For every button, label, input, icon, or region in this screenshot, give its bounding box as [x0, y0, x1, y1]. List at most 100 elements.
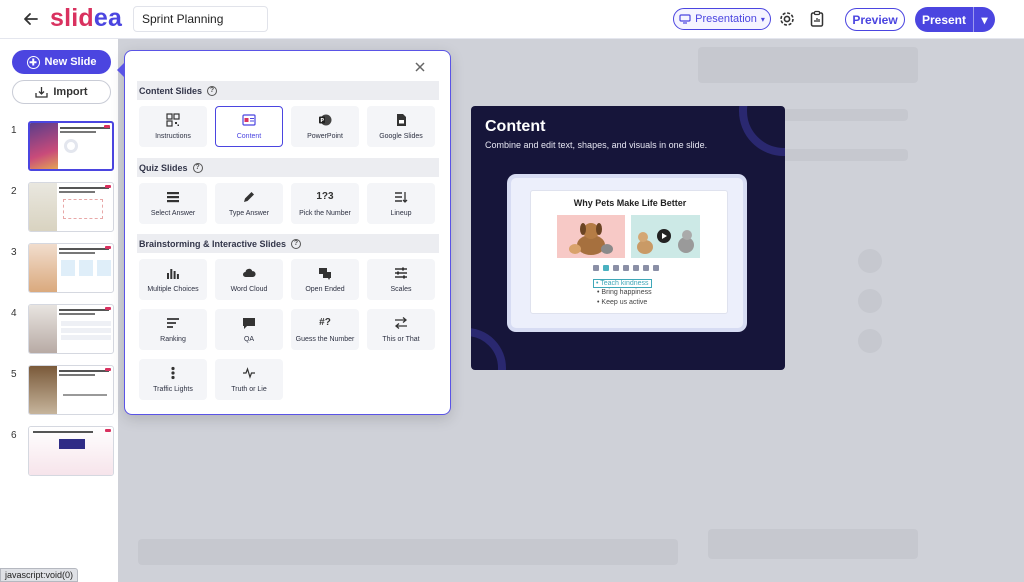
tile-ranking[interactable]: Ranking — [139, 309, 207, 350]
tile-truth-or-lie[interactable]: Truth or Lie — [215, 359, 283, 400]
traffic-light-icon — [171, 366, 175, 380]
plus-circle-icon — [26, 55, 40, 69]
help-icon[interactable]: ? — [192, 162, 203, 173]
mock-bullet-selected: • Teach kindness — [593, 279, 652, 288]
tile-label: Ranking — [160, 336, 186, 343]
tile-pick-the-number[interactable]: 1?3 Pick the Number — [291, 183, 359, 224]
new-slide-button[interactable]: New Slide — [12, 50, 111, 74]
tile-qa[interactable]: QA — [215, 309, 283, 350]
slidea-logo[interactable]: slidea — [50, 4, 122, 33]
tile-label: Lineup — [390, 210, 412, 217]
mock-bullet: • Bring happiness — [597, 289, 652, 296]
content-slide-icon — [242, 114, 256, 126]
pencil-icon — [244, 192, 254, 202]
hash-question-icon: #? — [319, 317, 331, 328]
logo-text-2: ea — [93, 4, 123, 32]
tile-label: QA — [243, 336, 255, 343]
decorative-ring — [471, 328, 506, 370]
tile-select-answer[interactable]: Select Answer — [139, 183, 207, 224]
import-label: Import — [53, 86, 88, 98]
tile-open-ended[interactable]: Open Ended — [291, 259, 359, 300]
slide-thumbnail-5[interactable] — [28, 365, 114, 415]
google-slides-icon — [397, 114, 406, 126]
sliders-icon — [395, 267, 407, 279]
pets-image — [557, 215, 625, 258]
section-header-brainstorming: Brainstorming & Interactive Slides ? — [137, 234, 439, 253]
cloud-icon — [243, 268, 256, 277]
tile-content[interactable]: Content — [215, 106, 283, 147]
tile-label: Google Slides — [379, 133, 423, 140]
tile-label: Type Answer — [228, 210, 270, 217]
slide-number: 5 — [11, 369, 17, 380]
gear-icon[interactable] — [778, 10, 796, 28]
help-icon[interactable]: ? — [207, 85, 218, 96]
play-icon — [657, 229, 671, 243]
slide-number: 3 — [11, 247, 17, 258]
slide-thumbnail-4[interactable] — [28, 304, 114, 354]
chat-bubbles-icon — [319, 268, 331, 280]
tile-label: Pick the Number — [299, 210, 351, 217]
section-title: Brainstorming & Interactive Slides — [139, 238, 287, 249]
tile-type-answer[interactable]: Type Answer — [215, 183, 283, 224]
tile-traffic-lights[interactable]: Traffic Lights — [139, 359, 207, 400]
new-slide-label: New Slide — [44, 56, 97, 68]
present-label: Present — [921, 12, 967, 27]
qr-code-icon — [166, 113, 180, 127]
slide-thumbnail-2[interactable] — [28, 182, 114, 232]
present-button[interactable]: Present ▾ — [915, 7, 995, 32]
tile-label: Select Answer — [150, 210, 196, 217]
swap-arrows-icon — [394, 317, 408, 329]
powerpoint-icon: P — [319, 114, 332, 126]
slide-number: 6 — [11, 430, 17, 441]
lineup-icon — [395, 192, 408, 203]
slide-thumbnail-1[interactable] — [28, 121, 114, 171]
slide-thumbnail-6[interactable] — [28, 426, 114, 476]
add-slide-picker: Content Slides ? Instructions Content P … — [117, 50, 451, 415]
mock-bullet: • Keep us active — [597, 299, 648, 306]
tile-guess-the-number[interactable]: #? Guess the Number — [291, 309, 359, 350]
tile-label: Word Cloud — [230, 286, 268, 293]
tile-scales[interactable]: Scales — [367, 259, 435, 300]
help-icon[interactable]: ? — [291, 238, 302, 249]
tile-multiple-choices[interactable]: Multiple Choices — [139, 259, 207, 300]
svg-text:P: P — [320, 118, 324, 124]
tile-google-slides[interactable]: Google Slides — [367, 106, 435, 147]
slides-sidebar: New Slide Import 1 2 3 4 5 6 — [0, 39, 118, 582]
slide-thumbnail-3[interactable] — [28, 243, 114, 293]
preview-title: Content — [485, 118, 546, 135]
tile-label: Open Ended — [305, 286, 345, 293]
logo-text-1: slid — [50, 4, 94, 32]
chevron-down-icon: ▾ — [760, 14, 765, 24]
slide-number: 2 — [11, 186, 17, 197]
pets-video-thumbnail — [631, 215, 700, 258]
tile-label: Traffic Lights — [153, 386, 193, 393]
mode-dropdown[interactable]: Presentation ▾ — [673, 8, 771, 30]
back-arrow-icon[interactable] — [22, 10, 40, 28]
present-options-chevron-icon[interactable]: ▾ — [974, 13, 995, 27]
slide-number: 4 — [11, 308, 17, 319]
tile-this-or-that[interactable]: This or That — [367, 309, 435, 350]
tile-label: Multiple Choices — [147, 286, 199, 293]
decorative-ring — [739, 106, 785, 156]
ranking-icon — [167, 318, 179, 328]
bar-chart-icon — [167, 269, 179, 279]
tile-label: Guess the Number — [295, 336, 355, 343]
status-bar-url: javascript:void(0) — [0, 568, 79, 582]
presentation-title-input[interactable] — [133, 6, 268, 32]
close-icon[interactable] — [414, 61, 426, 73]
section-header-content-slides: Content Slides ? — [137, 81, 439, 100]
clipboard-report-icon[interactable] — [808, 10, 826, 28]
section-title: Quiz Slides — [139, 162, 188, 173]
mode-label: Presentation — [695, 13, 757, 25]
preview-button[interactable]: Preview — [845, 8, 905, 31]
tile-lineup[interactable]: Lineup — [367, 183, 435, 224]
tile-label: Scales — [390, 286, 412, 293]
import-button[interactable]: Import — [12, 80, 111, 104]
mock-text-toolbar — [593, 265, 665, 271]
tile-word-cloud[interactable]: Word Cloud — [215, 259, 283, 300]
tile-instructions[interactable]: Instructions — [139, 106, 207, 147]
section-header-quiz-slides: Quiz Slides ? — [137, 158, 439, 177]
tile-powerpoint[interactable]: P PowerPoint — [291, 106, 359, 147]
list-icon — [167, 192, 179, 203]
tile-label: Truth or Lie — [231, 386, 267, 393]
